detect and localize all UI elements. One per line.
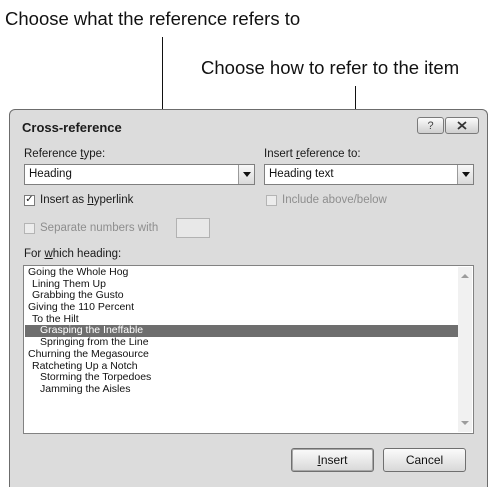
reference-type-label: Reference type: <box>24 148 106 160</box>
insert-reference-to-select[interactable]: Heading text <box>264 164 474 185</box>
reference-type-select[interactable]: Heading <box>24 164 255 185</box>
separate-numbers-input[interactable] <box>176 218 210 238</box>
insert-reference-to-value: Heading text <box>269 168 334 180</box>
insert-as-hyperlink-checkbox[interactable]: ✓ Insert as hyperlink <box>24 194 133 206</box>
chevron-down-icon <box>461 172 470 177</box>
close-icon <box>457 121 467 130</box>
reference-type-value: Heading <box>29 168 72 180</box>
help-icon: ? <box>427 119 434 132</box>
close-button[interactable] <box>445 117 479 134</box>
vertical-scrollbar[interactable] <box>458 267 472 432</box>
insert-button[interactable]: Insert <box>291 448 374 472</box>
callout-refer-to-item: Choose how to refer to the item <box>201 57 460 78</box>
insert-reference-to-label: Insert reference to: <box>264 148 361 160</box>
checkbox-box <box>266 194 277 206</box>
heading-list: Going the Whole Hog Lining Them Up Grabbin… <box>25 266 458 432</box>
title-bar: Cross-reference ? <box>10 110 487 140</box>
include-above-below-checkbox[interactable]: Include above/below <box>266 194 387 206</box>
callout-reference-refers-to: Choose what the reference refers to <box>5 8 301 29</box>
help-button[interactable]: ? <box>417 117 444 134</box>
checkmark-icon: ✓ <box>24 194 35 206</box>
heading-list-item[interactable]: Churning the Megasource <box>25 348 458 361</box>
include-above-below-label: Include above/below <box>282 194 387 206</box>
dialog-title: Cross-reference <box>22 120 122 135</box>
scroll-up-arrow-icon[interactable] <box>461 274 469 278</box>
heading-list-item[interactable]: Going the Whole Hog <box>25 266 458 279</box>
insert-reference-to-dropdown-button[interactable] <box>457 165 473 184</box>
for-which-heading-label: For which heading: <box>24 248 122 260</box>
heading-list-item[interactable]: Giving the 110 Percent <box>25 301 458 314</box>
separate-numbers-label: Separate numbers with <box>40 222 159 234</box>
cross-reference-dialog: Cross-reference ? Reference type: Headin… <box>9 109 488 487</box>
chevron-down-icon <box>242 172 251 177</box>
heading-listbox[interactable]: Going the Whole Hog Lining Them Up Grabbin… <box>23 265 474 434</box>
scroll-down-arrow-icon[interactable] <box>461 421 469 425</box>
checkbox-box <box>24 222 35 234</box>
heading-list-item[interactable]: Jamming the Aisles <box>25 383 458 396</box>
separate-numbers-checkbox[interactable]: Separate numbers with <box>24 222 158 234</box>
reference-type-dropdown-button[interactable] <box>238 165 254 184</box>
insert-as-hyperlink-label: Insert as hyperlink <box>40 194 134 206</box>
cancel-button[interactable]: Cancel <box>383 448 466 472</box>
